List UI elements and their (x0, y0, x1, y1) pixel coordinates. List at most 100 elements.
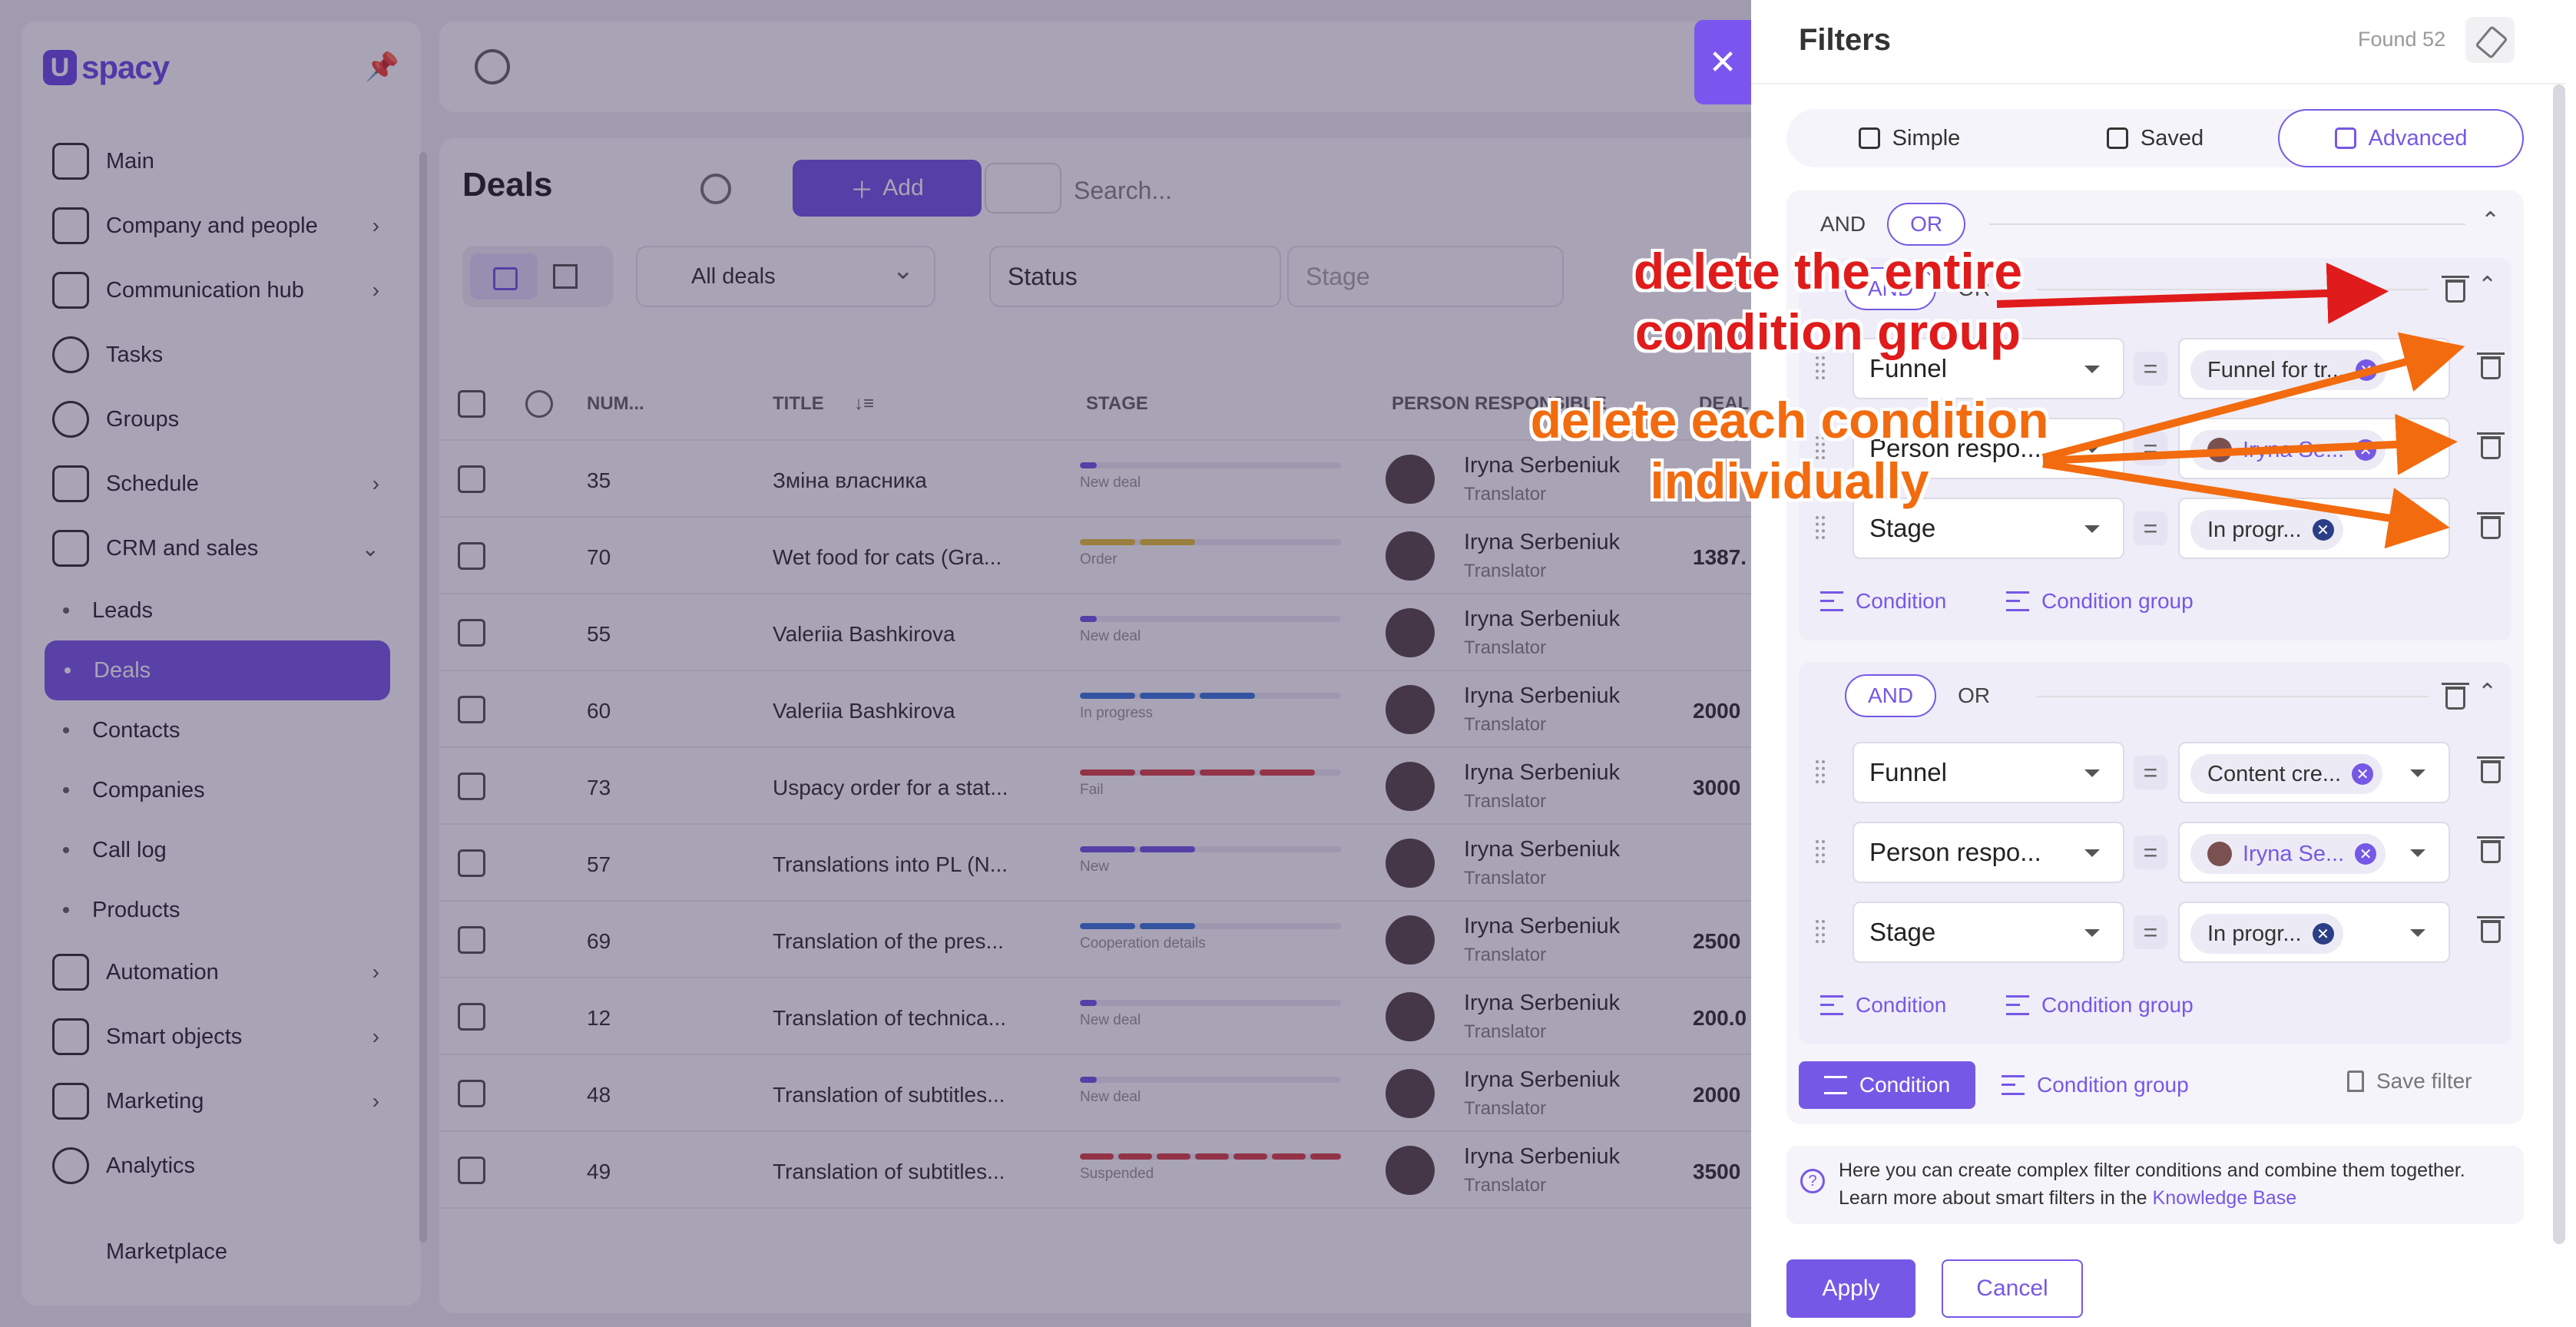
tab-simple[interactable]: Simple (1786, 109, 2032, 167)
drag-handle-icon[interactable] (1816, 840, 1825, 863)
chip-label: Iryna Se... (2243, 841, 2345, 866)
info-line-1: Here you can create complex filter condi… (1839, 1160, 2465, 1181)
annotation-line: condition group (1634, 303, 2021, 361)
chevron-up-icon[interactable]: ⌃ (2481, 207, 2500, 234)
drag-handle-icon[interactable] (1816, 760, 1825, 783)
chip-label: Iryna Se... (2243, 437, 2345, 462)
add-group-icon (2006, 995, 2029, 1015)
operator-equals[interactable]: = (2134, 836, 2167, 869)
value-select[interactable]: Content cre... ✕ (2178, 742, 2450, 803)
annotation-delete-condition: delete each condition individually (1528, 390, 2051, 511)
group-2-or-toggle[interactable]: OR (1936, 674, 2011, 717)
annotation-line: individually (1650, 452, 1929, 510)
knowledge-base-link[interactable]: Knowledge Base (2153, 1187, 2297, 1209)
chip-label: Funnel for tr... (2207, 357, 2345, 382)
chip-label: Content cre... (2207, 761, 2342, 786)
operator-equals[interactable]: = (2134, 352, 2167, 386)
remove-chip-icon[interactable]: ✕ (2355, 843, 2377, 865)
annotation-delete-group: delete the entire condition group (1582, 241, 2074, 362)
value-select[interactable]: Iryna Se... ✕ (2178, 418, 2450, 479)
header-divider (1751, 83, 2565, 84)
value-select[interactable]: In progr... ✕ (2178, 498, 2450, 559)
field-select[interactable]: Person respo... (1853, 822, 2124, 883)
chevron-up-icon[interactable]: ⌃ (2478, 272, 2497, 299)
tab-label: Simple (1892, 125, 1961, 151)
save-filter-button[interactable]: Save filter (2347, 1069, 2472, 1094)
drag-handle-icon[interactable] (1816, 516, 1825, 539)
close-filters-button[interactable]: ✕ (1694, 20, 1751, 104)
tab-saved[interactable]: Saved (2032, 109, 2278, 167)
group-2-condition-2: Person respo... = Iryna Se... ✕ (1799, 822, 2511, 883)
delete-group-2-trash-icon[interactable] (2442, 683, 2469, 710)
group-2-and-toggle[interactable]: AND (1845, 674, 1937, 717)
delete-condition-trash-icon[interactable] (2477, 756, 2505, 783)
value-select[interactable]: Iryna Se... ✕ (2178, 822, 2450, 883)
delete-condition-trash-icon[interactable] (2477, 916, 2505, 943)
remove-chip-icon[interactable]: ✕ (2312, 519, 2334, 541)
remove-chip-icon[interactable]: ✕ (2352, 763, 2374, 785)
root-or-toggle[interactable]: OR (1887, 203, 1966, 246)
add-group-icon (2002, 1075, 2025, 1095)
tab-label: Saved (2140, 125, 2204, 151)
value-chip: Iryna Se... ✕ (2190, 834, 2386, 874)
root-and-toggle[interactable]: AND (1799, 203, 1887, 246)
tab-advanced[interactable]: Advanced (2278, 109, 2524, 167)
button-label: Condition group (2041, 589, 2194, 613)
value-select[interactable]: In progr... ✕ (2178, 902, 2450, 963)
annotation-line: delete each condition (1530, 392, 2049, 448)
remove-chip-icon[interactable]: ✕ (2312, 923, 2334, 945)
apply-button[interactable]: Apply (1786, 1259, 1915, 1318)
clear-filters-button[interactable] (2465, 17, 2515, 63)
delete-condition-trash-icon[interactable] (2477, 512, 2505, 539)
delete-condition-trash-icon[interactable] (2477, 352, 2505, 379)
modal-overlay[interactable] (0, 0, 1751, 1327)
delete-condition-trash-icon[interactable] (2477, 432, 2505, 459)
chip-label: In progr... (2207, 517, 2302, 542)
group-2-condition-1: Funnel = Content cre... ✕ (1799, 742, 2511, 803)
field-select[interactable]: Stage (1853, 902, 2124, 963)
add-condition-icon (1820, 995, 1843, 1015)
delete-condition-trash-icon[interactable] (2477, 836, 2505, 863)
operator-equals[interactable]: = (2134, 756, 2167, 789)
filter-icon (2334, 127, 2356, 149)
info-line-2: Learn more about smart filters in the (1839, 1187, 2147, 1209)
value-chip: Iryna Se... ✕ (2190, 430, 2386, 470)
remove-chip-icon[interactable]: ✕ (2355, 359, 2377, 381)
filters-scrollbar[interactable] (2553, 84, 2565, 1244)
add-group-icon (2006, 591, 2029, 611)
add-root-condition-button[interactable]: Condition (1799, 1061, 1975, 1109)
help-icon: ? (1800, 1169, 1825, 1193)
add-condition-button[interactable]: Condition (1820, 986, 1946, 1024)
root-divider (1989, 223, 2465, 225)
found-count: Found 52 (2358, 28, 2446, 51)
bookmark-icon (2347, 1071, 2364, 1092)
add-root-condition-group-button[interactable]: Condition group (2002, 1066, 2189, 1104)
value-chip: Content cre... ✕ (2190, 754, 2383, 794)
button-label: Condition (1856, 589, 1947, 613)
add-condition-button[interactable]: Condition (1820, 582, 1946, 620)
value-select[interactable]: Funnel for tr... ✕ (2178, 338, 2450, 399)
cancel-button[interactable]: Cancel (1942, 1259, 2083, 1318)
group-2-divider (2037, 696, 2429, 697)
filters-panel: Filters Found 52 Simple Saved Advanced A… (1751, 0, 2576, 1327)
value-chip: In progr... ✕ (2190, 914, 2343, 954)
group-2-condition-3: Stage = In progr... ✕ (1799, 902, 2511, 963)
chevron-up-icon[interactable]: ⌃ (2478, 679, 2497, 706)
add-condition-group-button[interactable]: Condition group (2006, 986, 2194, 1024)
tab-label: Advanced (2368, 125, 2468, 151)
operator-equals[interactable]: = (2134, 511, 2167, 545)
operator-equals[interactable]: = (2134, 915, 2167, 949)
remove-chip-icon[interactable]: ✕ (2355, 439, 2377, 461)
drag-handle-icon[interactable] (1816, 920, 1825, 943)
delete-group-1-trash-icon[interactable] (2442, 276, 2469, 303)
operator-equals[interactable]: = (2134, 432, 2167, 465)
button-label: Condition group (2041, 993, 2194, 1017)
button-label: Condition (1856, 993, 1947, 1017)
bookmark-icon (2106, 127, 2128, 149)
avatar (2207, 438, 2232, 462)
condition-group-2: AND OR ⌃ Funnel = Content cre... ✕ Person… (1799, 662, 2511, 1044)
field-select[interactable]: Funnel (1853, 742, 2124, 803)
button-label: Save filter (2376, 1069, 2472, 1093)
chip-label: In progr... (2207, 921, 2302, 946)
add-condition-group-button[interactable]: Condition group (2006, 582, 2194, 620)
